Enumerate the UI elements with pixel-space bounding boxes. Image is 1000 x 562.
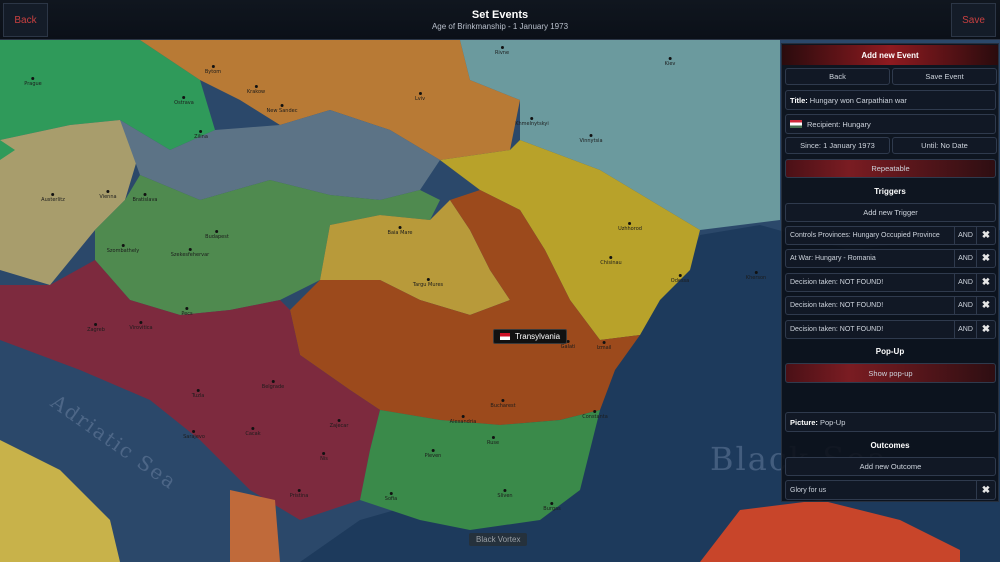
city-label: Budapest — [205, 230, 229, 240]
since-date-button[interactable]: Since: 1 January 1973 — [785, 137, 890, 154]
city-label: Ruse — [487, 436, 499, 446]
city-label: Lviv — [415, 92, 425, 102]
city-label: Alexandria — [450, 415, 477, 425]
city-label: Kherson — [746, 271, 766, 281]
triggers-header: Triggers — [874, 186, 906, 196]
remove-trigger-icon[interactable]: ✖ — [977, 319, 996, 339]
city-label: Chisinau — [600, 256, 621, 266]
city-label: Tuzla — [192, 389, 205, 399]
city-label: Baia Mare — [388, 226, 413, 236]
panel-header: Add new Event — [782, 45, 998, 65]
remove-trigger-icon[interactable]: ✖ — [977, 272, 996, 292]
city-label: Izmail — [597, 341, 612, 351]
city-label: Sofia — [385, 492, 397, 502]
city-label: Zajecar — [330, 419, 349, 429]
trigger-label[interactable]: Decision taken: NOT FOUND! — [785, 319, 955, 339]
page-title: Set Events — [471, 9, 529, 21]
title-label: Title: — [790, 95, 808, 105]
province-albania — [230, 490, 280, 562]
vortex-label: Black Vortex — [469, 533, 528, 546]
remove-trigger-icon[interactable]: ✖ — [977, 296, 996, 316]
city-label: Pleven — [425, 449, 442, 459]
popup-header: Pop-Up — [875, 346, 905, 356]
city-label: Szombathely — [107, 244, 140, 254]
city-label: Pristina — [290, 489, 309, 499]
title-value: Hungary won Carpathian war — [809, 95, 907, 105]
show-popup-toggle[interactable]: Show pop-up — [785, 363, 996, 383]
trigger-label[interactable]: Decision taken: NOT FOUND! — [785, 272, 955, 292]
city-label: Belgrade — [262, 380, 284, 390]
trigger-label[interactable]: Decision taken: NOT FOUND! — [785, 296, 955, 316]
city-label: Bucharest — [490, 399, 515, 409]
remove-trigger-icon[interactable]: ✖ — [977, 226, 996, 245]
trigger-row: Decision taken: NOT FOUND! AND ✖ — [785, 272, 996, 292]
city-label: Rivne — [495, 46, 509, 56]
remove-trigger-icon[interactable]: ✖ — [977, 249, 996, 269]
title-field[interactable]: Title: Hungary won Carpathian war — [785, 90, 996, 110]
city-label: Virovitica — [129, 321, 152, 331]
province-tooltip: Transylvania — [493, 329, 568, 344]
page-subtitle: Age of Brinkmanship - 1 January 1973 — [431, 22, 569, 31]
city-label: Bratislava — [133, 193, 158, 203]
save-event-button[interactable]: Save Event — [892, 68, 997, 85]
trigger-label[interactable]: Controls Provinces: Hungary Occupied Pro… — [785, 226, 955, 245]
city-label: Zilina — [194, 130, 208, 140]
outcomes-header: Outcomes — [870, 440, 910, 450]
city-label: Nis — [320, 452, 328, 462]
recipient-value: Recipient: Hungary — [807, 119, 871, 129]
add-trigger-button[interactable]: Add new Trigger — [785, 203, 996, 222]
trigger-operator-button[interactable]: AND — [955, 249, 977, 269]
add-outcome-button[interactable]: Add new Outcome — [785, 457, 996, 476]
city-label: Vinnytsia — [579, 134, 602, 144]
city-label: Krakow — [247, 85, 265, 95]
trigger-row: Decision taken: NOT FOUND! AND ✖ — [785, 319, 996, 339]
picture-label: Picture: — [790, 417, 818, 427]
city-label: Targu Mures — [413, 278, 443, 288]
city-label: Ostrava — [174, 96, 194, 106]
trigger-row: Decision taken: NOT FOUND! AND ✖ — [785, 296, 996, 316]
trigger-label[interactable]: At War: Hungary - Romania — [785, 249, 955, 269]
save-button[interactable]: Save — [951, 3, 996, 37]
city-label: Zagreb — [87, 323, 105, 333]
city-label: Sliven — [497, 489, 512, 499]
city-label: Odessa — [671, 274, 689, 284]
country-flag-icon — [500, 333, 510, 340]
game-screen: Adriatic Sea Black Sea WroclawLublinRivn… — [0, 0, 1000, 562]
city-label: New Sandec — [267, 104, 298, 114]
trigger-row: At War: Hungary - Romania AND ✖ — [785, 249, 996, 269]
event-editor-panel: Add new Event Back Save Event Title: Hung… — [781, 43, 999, 502]
trigger-operator-button[interactable]: AND — [955, 272, 977, 292]
trigger-row: Controls Provinces: Hungary Occupied Pro… — [785, 226, 996, 245]
city-label: Cacak — [245, 427, 260, 437]
city-label: Szekesfehervar — [171, 248, 210, 258]
city-label: Pecs — [181, 307, 192, 317]
repeatable-toggle[interactable]: Repeatable — [785, 159, 996, 178]
hungary-flag-icon — [790, 120, 802, 128]
picture-field[interactable]: Picture: Pop-Up — [785, 412, 996, 432]
city-label: Khmelnytskyi — [515, 117, 549, 127]
remove-outcome-icon[interactable]: ✖ — [977, 480, 996, 500]
recipient-field[interactable]: Recipient: Hungary — [785, 114, 996, 134]
top-bar: Back Set Events Age of Brinkmanship - 1 … — [0, 0, 1000, 40]
city-label: Sarajevo — [183, 430, 205, 440]
picture-value: Pop-Up — [819, 417, 846, 427]
outcome-label[interactable]: Glory for us — [785, 480, 977, 500]
trigger-operator-button[interactable]: AND — [955, 319, 977, 339]
city-label: Prague — [24, 77, 41, 87]
until-date-button[interactable]: Until: No Date — [892, 137, 997, 154]
outcome-row: Glory for us ✖ — [785, 480, 996, 500]
city-label: Austerlitz — [41, 193, 65, 203]
city-label: Burgas — [543, 502, 560, 512]
city-label: Bytom — [205, 65, 221, 75]
trigger-operator-button[interactable]: AND — [955, 226, 977, 245]
city-label: Vienna — [99, 190, 116, 200]
city-label: Constanta — [582, 410, 608, 420]
tooltip-label: Transylvania — [515, 332, 561, 341]
city-label: Uzhhorod — [618, 222, 642, 232]
city-label: Kiev — [665, 57, 676, 67]
panel-back-button[interactable]: Back — [785, 68, 890, 85]
trigger-operator-button[interactable]: AND — [955, 296, 977, 316]
